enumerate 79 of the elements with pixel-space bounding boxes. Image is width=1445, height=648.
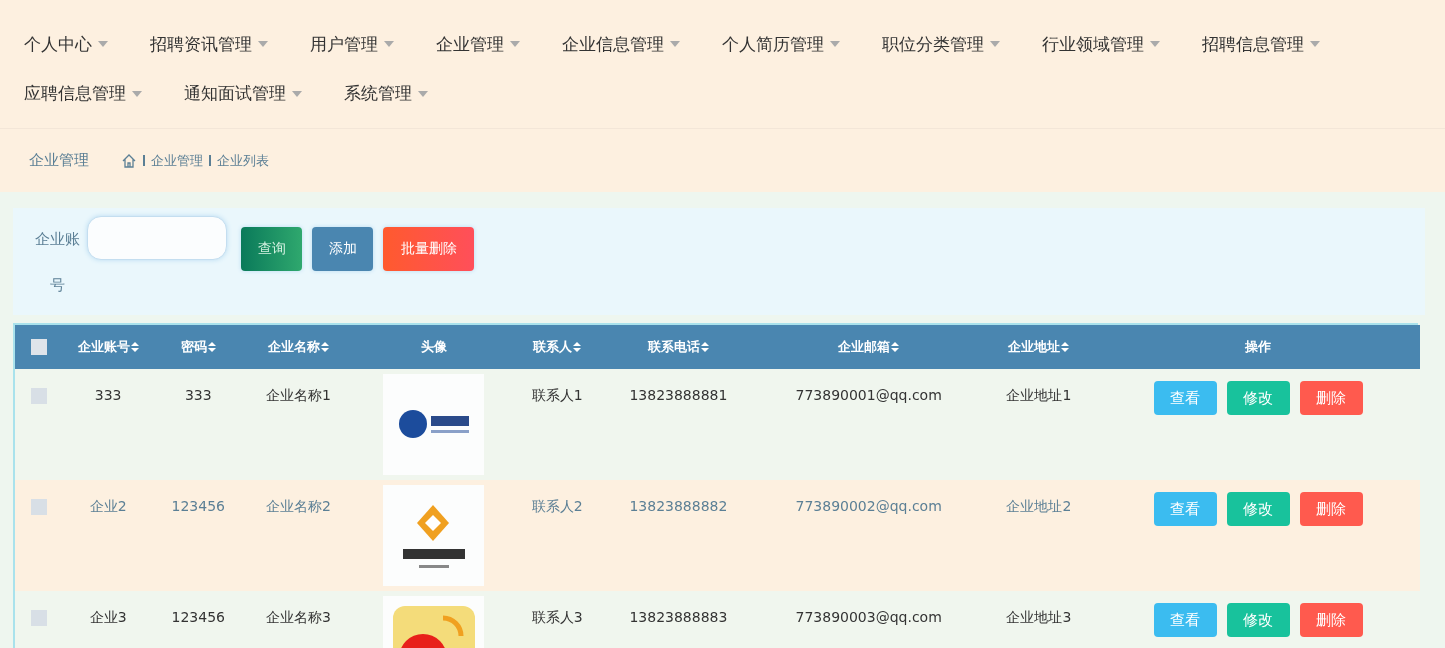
caret-icon	[1310, 41, 1320, 47]
nav-menu-item[interactable]: 个人中心	[24, 21, 108, 67]
table-cell: 企业名称1	[265, 387, 331, 405]
table-cell: 13823888881	[629, 387, 728, 403]
delete-button[interactable]: 删除	[1299, 492, 1363, 526]
checkbox[interactable]	[31, 339, 48, 356]
checkbox[interactable]	[31, 610, 48, 626]
sort-icon	[573, 342, 582, 352]
caret-icon	[418, 90, 428, 97]
view-button[interactable]: 查看	[1153, 381, 1217, 415]
nav-menu-item[interactable]: 通知面试管理	[184, 70, 302, 117]
nav-menu-item[interactable]: 招聘信息管理	[1202, 21, 1320, 67]
breadcrumb-link[interactable]: 企业管理	[151, 151, 203, 170]
view-button[interactable]: 查看	[1153, 603, 1217, 637]
checkbox[interactable]	[31, 499, 48, 515]
caret-icon	[98, 41, 108, 47]
table-cell: 企业名称3	[265, 609, 331, 627]
nav-menu-item[interactable]: 职位分类管理	[882, 21, 1000, 67]
caret-icon	[830, 41, 840, 47]
column-header: 头像	[420, 338, 447, 356]
edit-button[interactable]: 修改	[1226, 603, 1290, 637]
nav-menu-item[interactable]: 个人简历管理	[722, 21, 840, 67]
table-cell: 企业名称2	[265, 498, 331, 516]
column-header[interactable]: 企业邮箱	[838, 338, 900, 356]
nav-menu-item[interactable]: 系统管理	[344, 70, 428, 117]
home-icon[interactable]	[121, 152, 137, 169]
breadcrumb-link[interactable]: 企业列表	[217, 151, 269, 170]
table-cell: 773890001@qq.com	[795, 387, 942, 403]
table-cell: 企业地址2	[1006, 498, 1072, 516]
nav-menu-item[interactable]: 用户管理	[310, 21, 394, 67]
sort-icon	[320, 342, 329, 352]
nav-menu-item[interactable]: 行业领域管理	[1042, 21, 1160, 67]
sort-icon	[1061, 342, 1070, 352]
add-button[interactable]: 添加	[312, 227, 373, 271]
field-label: 企业账号	[33, 229, 81, 296]
sort-icon	[700, 342, 709, 352]
table-cell: 123456	[171, 498, 225, 514]
sort-icon	[891, 342, 900, 352]
table-cell: 333	[184, 387, 212, 403]
bulk-delete-button[interactable]: 批量删除	[383, 227, 474, 271]
view-button[interactable]: 查看	[1153, 492, 1217, 526]
table-cell: 联系人3	[531, 609, 583, 627]
search-button[interactable]: 查询	[241, 227, 302, 271]
sort-icon	[207, 342, 216, 352]
table-cell: 企业2	[89, 498, 127, 516]
caret-icon	[990, 41, 1000, 47]
column-header: 操作	[1245, 338, 1272, 356]
input-field[interactable]	[87, 216, 227, 260]
nav-menu-item[interactable]: 企业信息管理	[562, 21, 680, 67]
sort-icon	[130, 342, 139, 352]
delete-button[interactable]: 删除	[1299, 381, 1363, 415]
table-cell: 773890003@qq.com	[795, 609, 942, 625]
delete-button[interactable]: 删除	[1299, 603, 1363, 637]
page-title: 企业管理	[29, 151, 89, 170]
nav-menu-item[interactable]: 应聘信息管理	[24, 70, 142, 117]
caret-icon	[384, 41, 394, 47]
caret-icon	[510, 41, 520, 47]
table-cell: 13823888882	[629, 498, 728, 514]
table-cell: 123456	[171, 609, 225, 625]
nav-menu-item[interactable]: 招聘资讯管理	[150, 21, 268, 67]
table-cell: 773890002@qq.com	[795, 498, 942, 514]
caret-icon	[292, 90, 302, 97]
table-cell: 企业3	[89, 609, 127, 627]
table-cell: 企业地址1	[1006, 387, 1072, 405]
caret-icon	[258, 41, 268, 47]
table-cell: 333	[94, 387, 122, 403]
nav-menu-item[interactable]: 企业管理	[436, 21, 520, 67]
table-cell: 联系人2	[531, 498, 583, 516]
table-cell: 13823888883	[629, 609, 728, 625]
table-cell: 联系人1	[531, 387, 583, 405]
edit-button[interactable]: 修改	[1226, 492, 1290, 526]
column-header[interactable]: 联系电话	[647, 338, 709, 356]
table-cell: 企业地址3	[1006, 609, 1072, 627]
caret-icon	[670, 41, 680, 47]
checkbox[interactable]	[31, 388, 48, 404]
caret-icon	[132, 90, 142, 97]
caret-icon	[1150, 41, 1160, 47]
column-header[interactable]: 密码	[180, 338, 216, 356]
edit-button[interactable]: 修改	[1226, 381, 1290, 415]
